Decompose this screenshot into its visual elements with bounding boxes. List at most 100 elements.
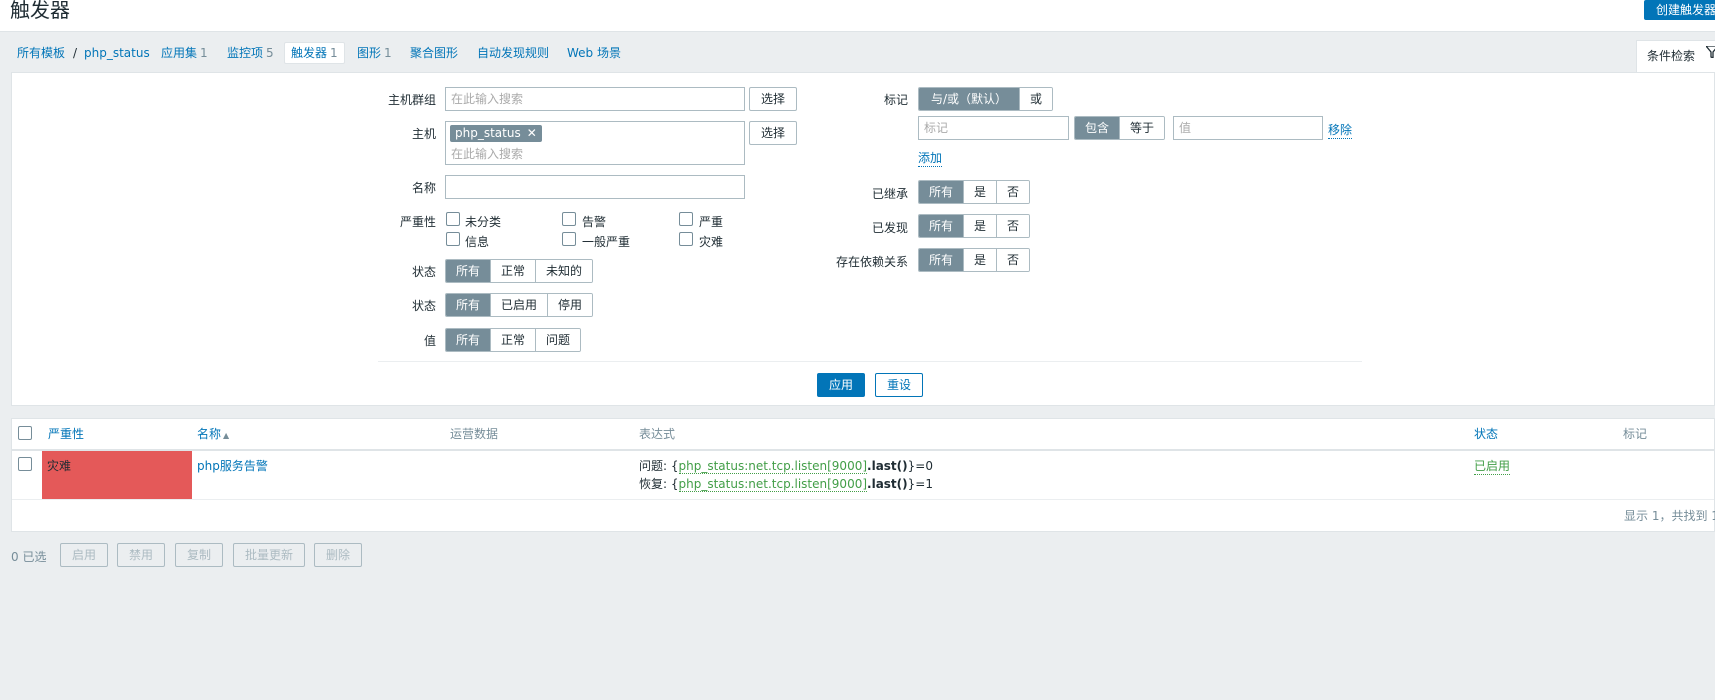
copy-button[interactable]: 复制 bbox=[175, 543, 223, 567]
page-header: 触发器 创建触发器 bbox=[0, 0, 1715, 32]
column-header-operational-data: 运营数据 bbox=[450, 427, 499, 441]
discovered-option-no[interactable]: 否 bbox=[997, 215, 1030, 237]
value-option-ok[interactable]: 正常 bbox=[491, 329, 537, 351]
severity-checkbox-disaster[interactable] bbox=[679, 232, 693, 246]
discovered-label: 已发现 bbox=[871, 221, 908, 235]
breadcrumb-template[interactable]: php_status bbox=[84, 42, 150, 64]
state-option-unknown[interactable]: 未知的 bbox=[536, 260, 593, 282]
tags-label: 标记 bbox=[883, 93, 908, 107]
column-header-severity[interactable]: 严重性 bbox=[48, 419, 84, 449]
tags-eval-and-or[interactable]: 与/或（默认） bbox=[919, 88, 1021, 110]
host-group-select-button[interactable]: 选择 bbox=[749, 87, 797, 111]
host-multiselect[interactable]: php_status ✕ 在此输入搜索 bbox=[445, 121, 745, 165]
close-icon[interactable]: ✕ bbox=[527, 126, 537, 140]
tag-operator-contains[interactable]: 包含 bbox=[1075, 117, 1121, 139]
severity-checkbox-warning[interactable] bbox=[562, 212, 576, 226]
problem-item-link[interactable]: php_status:net.tcp.listen[9000] bbox=[678, 459, 868, 474]
tab-screens[interactable]: 聚合图形 bbox=[410, 42, 458, 64]
create-trigger-button[interactable]: 创建触发器 bbox=[1644, 0, 1715, 20]
status-label: 状态 bbox=[411, 299, 436, 313]
severity-checkbox-high[interactable] bbox=[679, 212, 693, 226]
tag-value-input[interactable] bbox=[1173, 116, 1323, 140]
selected-count: 0 已选 bbox=[11, 550, 47, 564]
tab-graphs[interactable]: 图形 1 bbox=[357, 42, 392, 64]
tab-count: 5 bbox=[266, 46, 274, 60]
enable-button[interactable]: 启用 bbox=[60, 543, 108, 567]
recovery-prefix: 恢复: { bbox=[639, 477, 679, 491]
mass-update-button[interactable]: 批量更新 bbox=[233, 543, 305, 567]
reset-button[interactable]: 重设 bbox=[875, 373, 923, 397]
state-option-all[interactable]: 所有 bbox=[446, 260, 492, 282]
filter-tab[interactable]: 条件检索 bbox=[1636, 40, 1715, 72]
tab-discovery-rules[interactable]: 自动发现规则 bbox=[477, 42, 549, 64]
host-chip: php_status ✕ bbox=[450, 125, 542, 142]
host-chip-label: php_status bbox=[455, 126, 521, 140]
recovery-function: .last() bbox=[867, 477, 908, 491]
status-option-enabled[interactable]: 已启用 bbox=[491, 294, 549, 316]
tag-remove-link[interactable]: 移除 bbox=[1328, 121, 1353, 139]
name-input[interactable] bbox=[445, 175, 745, 199]
tab-web-scenarios[interactable]: Web 场景 bbox=[567, 42, 621, 64]
trigger-name-link[interactable]: php服务告警 bbox=[197, 457, 268, 474]
host-group-input[interactable] bbox=[445, 87, 745, 111]
column-header-name[interactable]: 名称 ▲ bbox=[197, 419, 229, 449]
severity-checkbox-information[interactable] bbox=[446, 232, 460, 246]
disable-button[interactable]: 禁用 bbox=[117, 543, 165, 567]
sort-arrow-icon: ▲ bbox=[223, 431, 230, 440]
breadcrumb-separator: / bbox=[73, 46, 78, 60]
inherited-label: 已继承 bbox=[871, 187, 908, 201]
name-label: 名称 bbox=[411, 181, 436, 195]
status-option-all[interactable]: 所有 bbox=[446, 294, 492, 316]
status-option-disabled[interactable]: 停用 bbox=[548, 294, 593, 316]
value-option-problem[interactable]: 问题 bbox=[536, 329, 581, 351]
state-option-normal[interactable]: 正常 bbox=[491, 260, 537, 282]
severity-label-disaster: 灾难 bbox=[699, 235, 724, 249]
delete-button[interactable]: 删除 bbox=[314, 543, 362, 567]
host-label: 主机 bbox=[411, 127, 436, 141]
select-all-checkbox[interactable] bbox=[18, 426, 32, 440]
problem-expression: 问题: {php_status:net.tcp.listen[9000].las… bbox=[639, 457, 933, 474]
tab-count: 1 bbox=[200, 46, 208, 60]
column-header-name-label: 名称 bbox=[197, 427, 222, 441]
column-header-status[interactable]: 状态 bbox=[1474, 419, 1498, 449]
recovery-item-link[interactable]: php_status:net.tcp.listen[9000] bbox=[678, 477, 868, 492]
tag-operator-equals[interactable]: 等于 bbox=[1120, 117, 1165, 139]
dependencies-option-yes[interactable]: 是 bbox=[964, 249, 998, 271]
inherited-option-all[interactable]: 所有 bbox=[919, 181, 965, 203]
severity-label-average: 一般严重 bbox=[582, 235, 631, 249]
host-select-button[interactable]: 选择 bbox=[749, 121, 797, 145]
problem-function: .last() bbox=[867, 459, 908, 473]
dependencies-option-no[interactable]: 否 bbox=[997, 249, 1030, 271]
dependencies-option-all[interactable]: 所有 bbox=[919, 249, 965, 271]
filter-icon[interactable] bbox=[1706, 46, 1715, 58]
dependencies-label: 存在依赖关系 bbox=[835, 255, 908, 269]
tab-triggers[interactable]: 触发器 1 bbox=[284, 42, 345, 64]
tab-applications[interactable]: 应用集 1 bbox=[161, 42, 208, 64]
tag-add-link[interactable]: 添加 bbox=[918, 149, 943, 167]
discovered-option-yes[interactable]: 是 bbox=[964, 215, 998, 237]
severity-label-information: 信息 bbox=[465, 235, 490, 249]
tags-eval-or[interactable]: 或 bbox=[1020, 88, 1053, 110]
table-summary: 显示 1，共找到 1 bbox=[1624, 509, 1715, 523]
host-search-placeholder[interactable]: 在此输入搜索 bbox=[451, 145, 523, 162]
row-checkbox[interactable] bbox=[18, 457, 32, 471]
page-title: 触发器 bbox=[10, 0, 70, 22]
severity-checkbox-average[interactable] bbox=[562, 232, 576, 246]
column-header-tags: 标记 bbox=[1623, 427, 1648, 441]
inherited-option-no[interactable]: 否 bbox=[997, 181, 1030, 203]
tag-name-input[interactable] bbox=[918, 116, 1069, 140]
tab-items[interactable]: 监控项 5 bbox=[227, 42, 274, 64]
apply-button[interactable]: 应用 bbox=[817, 373, 865, 397]
inherited-option-yes[interactable]: 是 bbox=[964, 181, 998, 203]
state-radio-group: 所有 正常 未知的 bbox=[445, 259, 594, 283]
severity-checkbox-not-classified[interactable] bbox=[446, 212, 460, 226]
discovered-option-all[interactable]: 所有 bbox=[919, 215, 965, 237]
severity-label-not-classified: 未分类 bbox=[465, 215, 502, 229]
tab-label: 监控项 bbox=[227, 46, 264, 60]
inherited-radio-group: 所有 是 否 bbox=[918, 180, 1031, 204]
breadcrumb-all-templates[interactable]: 所有模板 bbox=[17, 42, 65, 64]
status-badge[interactable]: 已启用 bbox=[1474, 457, 1511, 475]
tab-count: 1 bbox=[330, 46, 338, 60]
severity-label-warning: 告警 bbox=[582, 215, 607, 229]
value-option-all[interactable]: 所有 bbox=[446, 329, 492, 351]
